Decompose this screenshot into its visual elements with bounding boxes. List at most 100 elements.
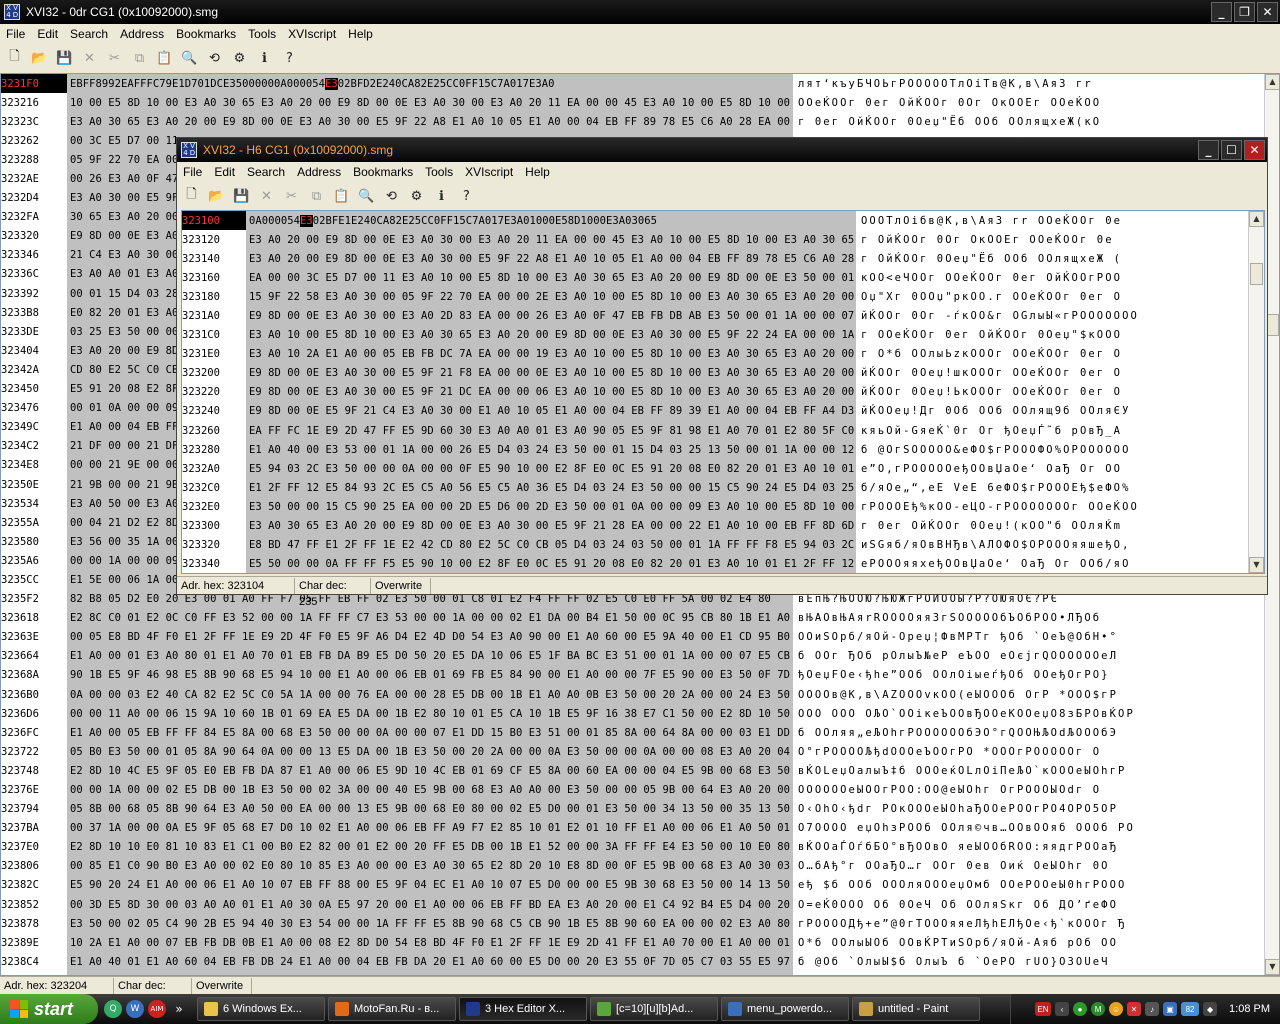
text-chars-row[interactable]: ОООOв@К,в\АZОООvкОО(еЫОООб ОгP *ООО$гР <box>795 685 1263 704</box>
text-chars-row[interactable]: г О*б ООлыЬzкОООг ООеЌООг 0ег О <box>858 345 1248 364</box>
hex-bytes-row[interactable]: 10 00 E5 8D 10 00 E3 A0 30 65 E3 A0 20 0… <box>67 93 793 112</box>
scroll-up-arrow-icon[interactable]: ▲ <box>1265 74 1279 90</box>
hex-bytes-row[interactable]: E3 50 00 02 05 C4 90 2B E5 94 40 30 E3 5… <box>67 914 793 933</box>
menu-edit[interactable]: Edit <box>31 27 64 41</box>
hex-bytes-row[interactable]: E3 A0 20 00 E9 8D 00 0E E3 A0 30 00 E3 A… <box>246 230 856 249</box>
tray-network-icon[interactable]: ✕ <box>1127 1002 1142 1016</box>
hex-bytes-row[interactable]: 00 3D E5 8D 30 00 03 A0 A0 01 E1 A0 30 0… <box>67 895 793 914</box>
hex-bytes-row[interactable]: 00 05 E8 BD 4F F0 E1 2F FF 1E E9 2D 4F F… <box>67 628 793 647</box>
taskbar-button[interactable]: [c=10][u][b]Ad... <box>590 997 718 1021</box>
find-icon[interactable]: 🔍 <box>356 186 377 207</box>
close-button[interactable]: ✕ <box>1244 140 1265 160</box>
hex-bytes-row[interactable]: E3 A0 10 00 E5 8D 10 00 E3 A0 30 65 E3 A… <box>246 326 856 345</box>
taskbar-button[interactable]: 6 Windows Ex... <box>197 997 325 1021</box>
text-chars-row[interactable]: О°гРООООЉђdОООеЪООгРО *ОООгРОООООг О <box>795 742 1263 761</box>
hex-bytes-row[interactable]: 00 00 1A 00 00 02 E5 DB 00 1B E3 50 00 0… <box>67 780 793 799</box>
scroll-up-arrow-icon[interactable]: ▲ <box>1249 211 1264 227</box>
text-chars-row[interactable]: йЌООг 0Ог -ѓкОО&г ОGлыЫ«гРООООООО <box>858 306 1248 325</box>
copy-icon[interactable]: ⧉ <box>129 48 150 69</box>
replace-icon[interactable]: ⟲ <box>381 186 402 207</box>
quick-launch-icon[interactable]: Q <box>104 1000 122 1018</box>
hex-bytes-row[interactable]: E3 A0 20 00 E9 8D 00 0E E3 A0 30 00 E5 9… <box>246 249 856 268</box>
start-button[interactable]: start <box>0 994 98 1024</box>
front-hex-pane[interactable]: 323100 323120 323140 323160 323180 3231A0 3231… <box>181 210 1265 574</box>
text-chars-row[interactable]: ООООООеЫООгРОО:ОО@еЫОhг ОгРОООЫОdг О <box>795 780 1263 799</box>
back-window-titlebar[interactable]: XV4D XVI32 - 0dr CG1 (0x10092000).smg _ … <box>0 0 1280 24</box>
cut-icon[interactable]: ✂ <box>104 48 125 69</box>
replace-icon[interactable]: ⟲ <box>204 48 225 69</box>
menu-address[interactable]: Address <box>114 27 170 41</box>
text-chars-row[interactable]: вЌОLеџОалыЪ‡б ОООеќОLлОiПеЉО`кОООеЫОhгР <box>795 761 1263 780</box>
text-chars-row[interactable]: кяьОй-GяеЌ`0г Ог ђОеџЃ˜б pОвЂ_А <box>858 421 1248 440</box>
menu-file[interactable]: File <box>177 165 208 179</box>
text-chars-row[interactable]: еђ $б ООб ОООляОООеџОмб ООеРООеЫ0hгРООО <box>795 876 1263 895</box>
hex-bytes-row[interactable]: E3 50 00 00 15 C5 90 25 EA 00 00 2D E5 D… <box>246 497 856 516</box>
text-chars-row[interactable]: г ООеЌООг 0ег ОйЌООг 0Оеџ"$кООО <box>858 326 1248 345</box>
front-vertical-scrollbar[interactable]: ▲ ▼ <box>1248 211 1264 573</box>
hex-bytes-row[interactable]: 00 37 1A 00 00 0A E5 9F 05 68 E7 D0 10 0… <box>67 819 793 838</box>
hex-bytes-row[interactable]: E3 A0 30 65 E3 A0 20 00 E9 8D 00 0E E3 A… <box>246 517 856 536</box>
help-icon[interactable]: ? <box>279 48 300 69</box>
save-icon[interactable]: 💾 <box>231 186 252 207</box>
scroll-down-arrow-icon[interactable]: ▼ <box>1249 557 1264 573</box>
text-chars-row[interactable]: б @ОгSООООО&еФО$гРОООФО%ОРОООООО <box>858 440 1248 459</box>
text-chars-row[interactable]: О‹ОhО‹ђdг POкОООеЫОhаЂООеРООгРО4ОРО5ОР <box>795 800 1263 819</box>
minimize-button[interactable]: _ <box>1211 2 1232 22</box>
close-button[interactable]: ✕ <box>1257 2 1278 22</box>
menu-file[interactable]: File <box>0 27 31 41</box>
new-file-icon[interactable]: 🗋 <box>4 48 25 69</box>
taskbar-button[interactable]: 3 Hex Editor X... <box>459 997 587 1021</box>
tray-back-icon[interactable]: ‹ <box>1055 1002 1070 1016</box>
clock[interactable]: 1:08 PM <box>1229 1003 1270 1015</box>
text-chars-row[interactable]: лят‘къуБЧОЬгРОООООТлОiТв@К,в\АяЗ гr <box>795 74 1263 93</box>
info-icon[interactable]: ℹ <box>431 186 452 207</box>
menu-bookmarks[interactable]: Bookmarks <box>347 165 419 179</box>
front-window-titlebar[interactable]: XV4D XVI32 - H6 CG1 (0x10092000).smg _ ☐… <box>177 138 1267 162</box>
hex-bytes-row[interactable]: E2 8D 10 10 E0 81 10 83 E1 C1 00 B0 E2 8… <box>67 838 793 857</box>
text-chars-row[interactable]: еРОООяяхеђООвЏаОе‘ ОаЂ Ог ООб/яО <box>858 555 1248 573</box>
menu-tools[interactable]: Tools <box>419 165 459 179</box>
taskbar-button[interactable]: untitled - Paint <box>852 997 980 1021</box>
text-chars-row[interactable]: г 0ег ОйЌООг 0Оеџ"Ёб ООб ООлящхеЖ(кО <box>795 112 1263 131</box>
menu-tools[interactable]: Tools <box>242 27 282 41</box>
quick-launch-icon[interactable]: W <box>126 1000 144 1018</box>
taskbar-button[interactable]: MotoFan.Ru - в... <box>328 997 456 1021</box>
menu-xviscript[interactable]: XVIscript <box>282 27 342 41</box>
copy-icon[interactable]: ⧉ <box>306 186 327 207</box>
restore-button[interactable]: ❐ <box>1234 2 1255 22</box>
hex-bytes-row[interactable]: E1 A0 40 00 E3 53 00 01 1A 00 00 26 E5 D… <box>246 440 856 459</box>
text-chars-row[interactable]: ђОеџFОе‹ђhе”ООб ООлОiыеѓђОб ООеђОгPО} <box>795 666 1263 685</box>
text-chars-row[interactable]: г ОйЌООг 0Оеџ"Ёб ООб ООлящхеЖ ( <box>858 249 1248 268</box>
tray-app-icon[interactable]: ● <box>1073 1002 1088 1016</box>
tray-shield-icon[interactable]: ◆ <box>1203 1002 1218 1016</box>
menu-help[interactable]: Help <box>342 27 379 41</box>
hex-bytes-row[interactable]: E5 50 00 00 0A FF FF F5 E5 90 10 00 E2 8… <box>246 555 856 573</box>
hex-bytes-row[interactable]: EA FF FC 1E E9 2D 47 FF E5 9D 60 30 E3 A… <box>246 421 856 440</box>
hex-bytes-row[interactable]: E3 A0 30 65 E3 A0 20 00 E9 8D 00 0E E3 A… <box>67 112 793 131</box>
text-chars-row[interactable]: йЌООг 0Оеџ!шкОООг ООеЌООг 0ег О <box>858 364 1248 383</box>
text-chars-row[interactable]: вЊАОвЊАяrRООООяяЗгSОООООбЪОбРОО•ЛЂОб <box>795 609 1263 628</box>
text-chars-row[interactable]: вЌООаЃОѓбБО°вЂООвО яеЫООбRОО:яядгРООаЂ <box>795 838 1263 857</box>
cut-icon[interactable]: ✂ <box>281 186 302 207</box>
minimize-button[interactable]: _ <box>1198 140 1219 160</box>
text-chars-row[interactable]: кОО<еЧООг ООеЌООг 0ег ОйЌООгРОО <box>858 268 1248 287</box>
text-chars-row[interactable]: иЅGяб/яОвBНЂв\АЛОФО$ОРОООяяшеђО, <box>858 536 1248 555</box>
front-text-column[interactable]: ОООТлОiбв@К,в\АяЗ гr ООеЌООг 0е г ОйЌООг … <box>858 211 1248 573</box>
text-chars-row[interactable]: гРООООДђ+е”@0гТОООяяеЛђhЕЛђОе‹ђ`кОООг Ђ <box>795 914 1263 933</box>
aim-icon[interactable]: AIM <box>148 1000 166 1018</box>
tray-volume-icon[interactable]: ♪ <box>1145 1002 1160 1016</box>
menu-address[interactable]: Address <box>291 165 347 179</box>
save-icon[interactable]: 💾 <box>54 48 75 69</box>
settings-icon[interactable]: ⚙ <box>406 186 427 207</box>
text-chars-row[interactable]: О…бАђ°г ООаЂО…г ООг 0ев Оиќ ОеЫОhг 0О <box>795 857 1263 876</box>
menu-edit[interactable]: Edit <box>208 165 241 179</box>
hex-bytes-row[interactable]: E1 2F FF 12 E5 84 93 2C E5 C5 A0 56 E5 C… <box>246 478 856 497</box>
hex-bytes-row[interactable]: 00 85 E1 C0 90 B0 E3 A0 00 02 E0 80 10 8… <box>67 857 793 876</box>
text-chars-row[interactable]: ОООТлОiбв@К,в\АяЗ гr ООеЌООг 0е <box>858 211 1248 230</box>
delete-icon[interactable]: ✕ <box>79 48 100 69</box>
hex-bytes-row[interactable]: 0A 00 00 54 E3 02 BF E1 E2 40 CA 82 E2 5… <box>246 211 856 230</box>
tray-temperature-icon[interactable]: 82 <box>1181 1002 1200 1016</box>
hex-bytes-row[interactable]: E2 8D 10 4C E5 9F 05 E0 EB FB DA 87 E1 A… <box>67 761 793 780</box>
hex-bytes-row[interactable]: E9 8D 00 0E E3 A0 30 00 E3 A0 2D 83 EA 0… <box>246 306 856 325</box>
menu-help[interactable]: Help <box>519 165 556 179</box>
